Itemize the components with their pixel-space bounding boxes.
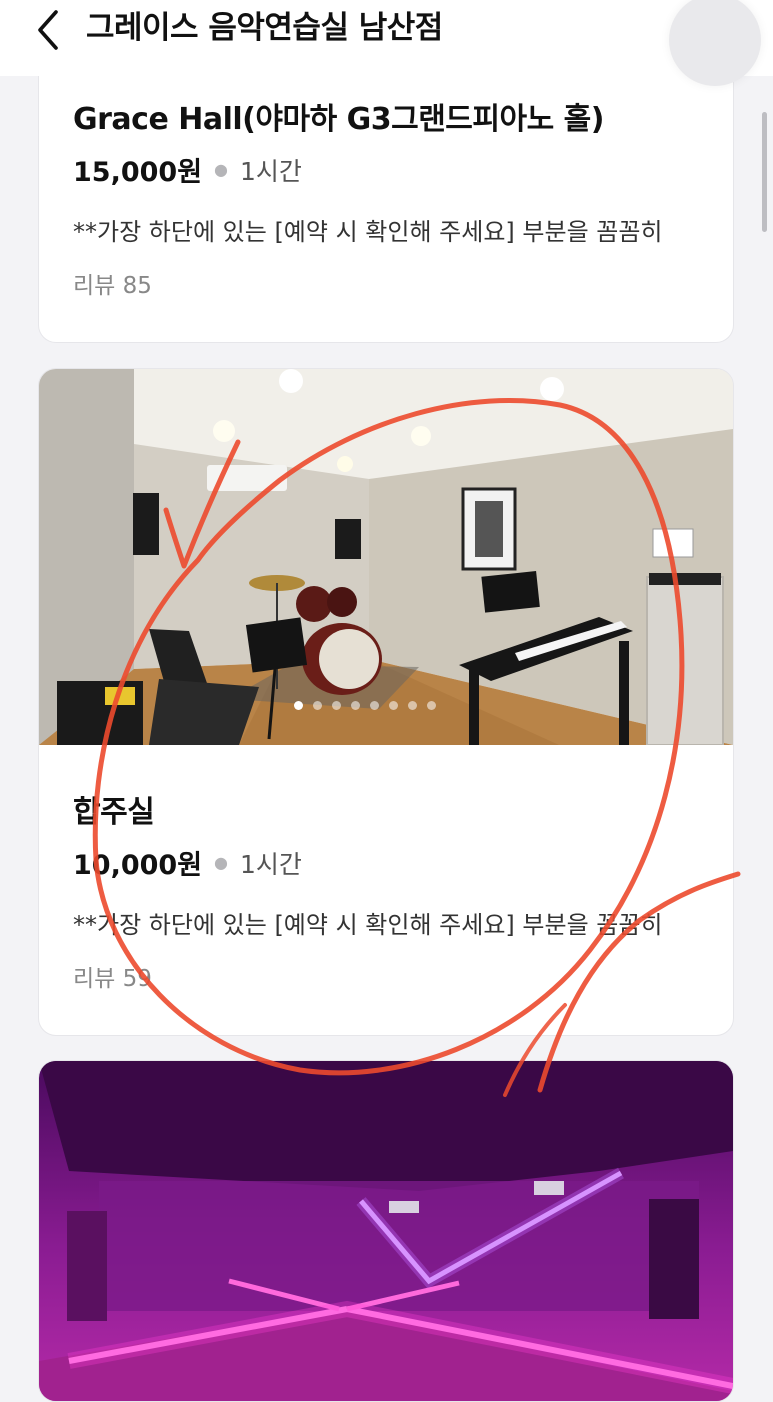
room-duration: 1시간: [240, 156, 302, 186]
review-count[interactable]: 리뷰 59: [73, 959, 152, 993]
top-app-bar: 그레이스 음악연습실 남산점: [0, 0, 773, 86]
avatar[interactable]: [669, 0, 761, 86]
room-title: 합주실: [73, 795, 155, 830]
carousel-indicator[interactable]: [294, 701, 436, 710]
room-description: **가장 하단에 있는 [예약 시 확인해 주세요] 부분을 꼼꼼히: [73, 218, 663, 246]
carousel-dot[interactable]: [408, 701, 417, 710]
separator-dot: ●: [214, 160, 228, 179]
room-duration: 1시간: [240, 849, 302, 879]
room-description: **가장 하단에 있는 [예약 시 확인해 주세요] 부분을 꼼꼼히: [73, 911, 663, 939]
carousel-dot[interactable]: [294, 701, 303, 710]
room-price: 10,000원: [73, 850, 203, 881]
carousel-dot[interactable]: [370, 701, 379, 710]
room-photo[interactable]: [39, 369, 733, 745]
carousel-dot[interactable]: [427, 701, 436, 710]
scrollbar[interactable]: [762, 112, 767, 232]
separator-dot: ●: [214, 853, 228, 872]
chevron-left-icon: [38, 10, 58, 50]
room-title: Grace Hall(야마하 G3그랜드피아노 홀): [73, 102, 604, 137]
room-card-neon-room[interactable]: [38, 1060, 734, 1402]
room-price: 15,000원: [73, 157, 203, 188]
price-row: 10,000원 ● 1시간: [73, 843, 302, 882]
price-row: 15,000원 ● 1시간: [73, 150, 302, 189]
carousel-dot[interactable]: [389, 701, 398, 710]
page-title: 그레이스 음악연습실 남산점: [86, 10, 443, 46]
carousel-dot[interactable]: [332, 701, 341, 710]
carousel-dot[interactable]: [313, 701, 322, 710]
carousel-dot[interactable]: [351, 701, 360, 710]
review-count[interactable]: 리뷰 85: [73, 266, 152, 300]
room-card-ensemble-room[interactable]: 합주실 10,000원 ● 1시간 **가장 하단에 있는 [예약 시 확인해 …: [38, 368, 734, 1036]
room-card-grace-hall[interactable]: Grace Hall(야마하 G3그랜드피아노 홀) 15,000원 ● 1시간…: [38, 58, 734, 343]
room-photo[interactable]: [39, 1061, 733, 1401]
back-button[interactable]: [26, 8, 70, 52]
